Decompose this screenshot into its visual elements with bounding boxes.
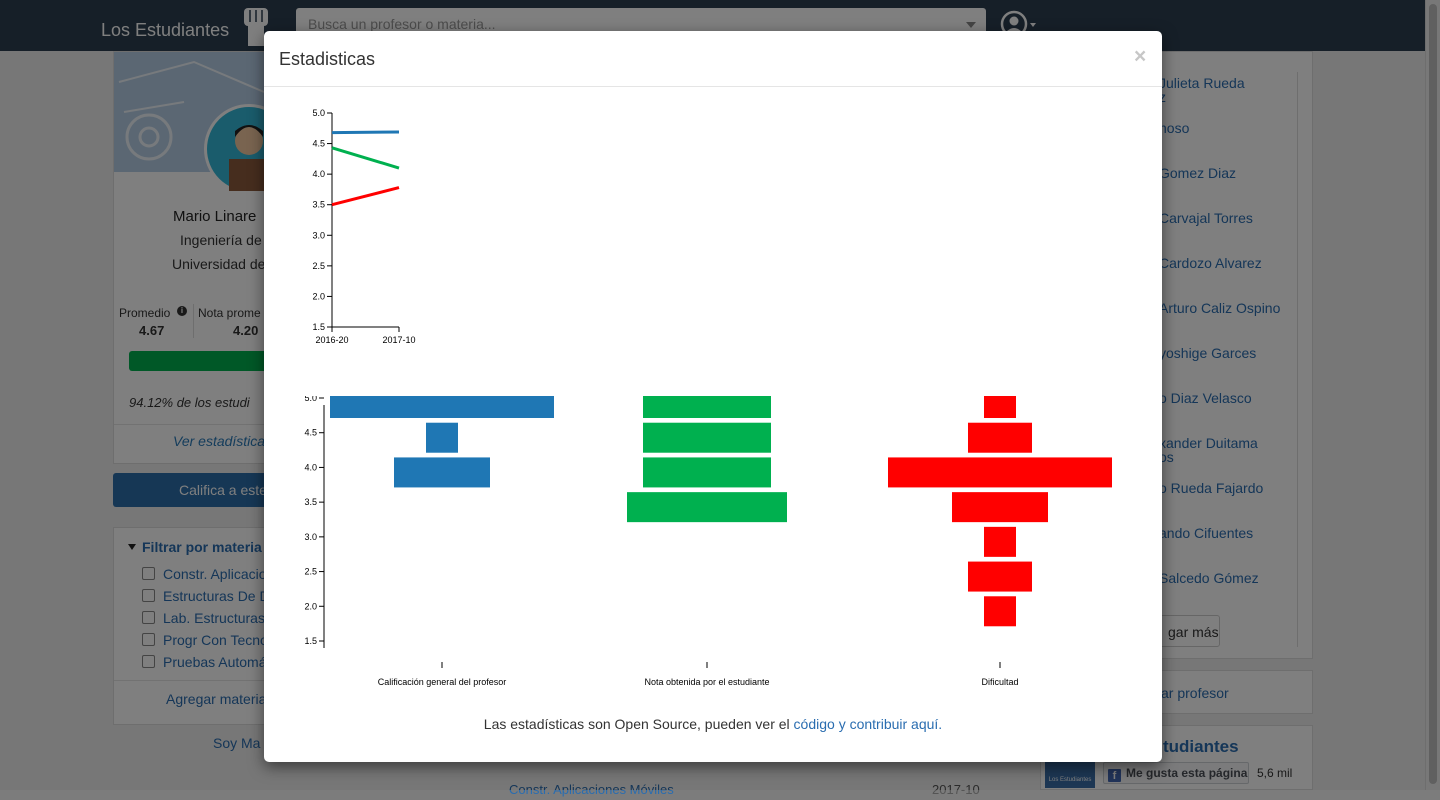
x-tick-label: 2016-20 [315, 335, 348, 345]
y-tick-label: 3.0 [304, 532, 317, 542]
y-tick-label: 5.0 [312, 108, 325, 118]
modal-title: Estadisticas [279, 49, 376, 69]
modal-header-divider [264, 86, 1162, 87]
series-line-2 [331, 186, 400, 207]
y-tick-label: 4.5 [304, 428, 317, 438]
x-tick-label: 2017-10 [382, 335, 415, 345]
y-tick-label: 1.5 [312, 322, 325, 332]
y-tick-label: 4.5 [312, 139, 325, 149]
y-tick-label: 3.5 [312, 200, 325, 210]
y-tick-label: 3.0 [312, 230, 325, 240]
y-tick-label: 4.0 [304, 462, 317, 472]
histogram-bar [968, 561, 1032, 592]
y-tick-label: 2.5 [312, 261, 325, 271]
source-code-link[interactable]: código y contribuir aquí. [794, 716, 943, 732]
histogram-bar [968, 422, 1032, 453]
histogram-bar [984, 396, 1016, 418]
stats-modal: Estadisticas × 5.0 4.5 4.0 3.5 3.0 2.5 2.0 1.5 2… [264, 31, 1162, 762]
x-category-label: Calificación general del profesor [378, 677, 507, 687]
histogram-bar [888, 457, 1112, 488]
modal-footer: Las estadísticas son Open Source, pueden… [264, 716, 1162, 732]
ratings-distribution-chart: 5.0 4.5 4.0 3.5 3.0 2.5 2.0 1.5 Calificación gen… [304, 396, 1112, 687]
histogram-bar [952, 492, 1048, 523]
open-source-text: Las estadísticas son Open Source, pueden… [483, 716, 794, 732]
y-tick-label: 5.0 [304, 396, 317, 403]
histogram-bar [984, 526, 1016, 557]
histogram-bar [426, 422, 458, 453]
y-tick-label: 4.0 [312, 169, 325, 179]
y-tick-label: 1.5 [304, 636, 317, 646]
histogram-bar [627, 492, 787, 523]
x-category-label: Nota obtenida por el estudiante [644, 677, 769, 687]
y-tick-label: 2.5 [304, 567, 317, 577]
histogram-bar [643, 457, 771, 488]
histogram-bar [984, 596, 1016, 627]
close-icon[interactable]: × [1134, 45, 1146, 69]
y-tick-label: 3.5 [304, 497, 317, 507]
histogram-bar [643, 422, 771, 453]
histogram-bar [330, 396, 554, 418]
y-tick-label: 2.0 [304, 601, 317, 611]
histogram-bar [394, 457, 490, 488]
y-tick-label: 2.0 [312, 291, 325, 301]
x-category-label: Dificultad [981, 677, 1018, 687]
series-line-1 [331, 146, 400, 170]
series-line-0 [331, 130, 400, 135]
histogram-bar [643, 396, 771, 418]
ratings-over-time-chart: 5.0 4.5 4.0 3.5 3.0 2.5 2.0 1.5 2016-20 2017-10 [312, 108, 415, 345]
